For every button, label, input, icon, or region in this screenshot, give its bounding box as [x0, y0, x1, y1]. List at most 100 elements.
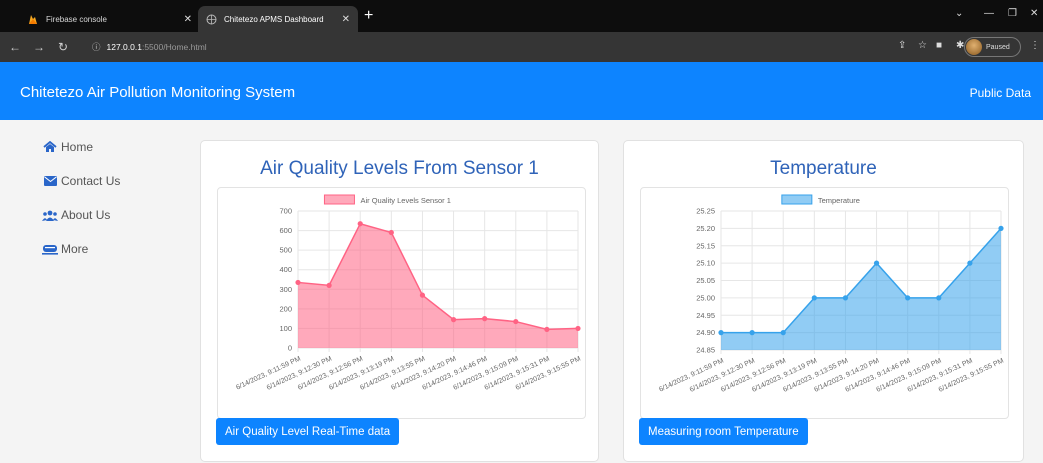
url-field[interactable]: ⓘ 127.0.0.1:5500/Home.html — [92, 38, 1007, 56]
y-tick-label: 300 — [279, 285, 292, 294]
data-point — [718, 330, 724, 336]
sidebar-item-label: About Us — [61, 208, 111, 222]
data-point — [873, 260, 880, 266]
air-quality-chart: Air Quality Levels Sensor 1 700 600 500 400 3… — [217, 187, 586, 419]
y-tick-label: 25.25 — [696, 207, 715, 216]
firebase-icon — [28, 14, 38, 25]
legend: Temperature — [781, 194, 860, 205]
new-tab-icon[interactable]: + — [364, 8, 373, 24]
data-point — [513, 318, 519, 325]
measuring-temperature-button[interactable]: Measuring room Temperature — [639, 418, 808, 445]
forward-icon[interactable]: → — [33, 40, 45, 54]
sidebar-item-contact-us[interactable]: Contact Us — [42, 174, 120, 188]
sidebar-item-label: Home — [61, 140, 94, 154]
y-tick-label: 400 — [279, 265, 292, 274]
y-tick-label: 25.10 — [696, 259, 715, 268]
y-tick-label: 25.00 — [696, 293, 715, 302]
air-quality-chart-svg: Air Quality Levels Sensor 1 700 600 500 400 3… — [235, 194, 582, 392]
card-title: Temperature — [770, 158, 877, 179]
legend-swatch — [323, 194, 355, 205]
share-icon[interactable]: ⇪ — [898, 40, 906, 51]
y-tick-label: 100 — [279, 324, 292, 333]
series-area — [721, 228, 1001, 350]
data-point — [811, 295, 817, 301]
menu-dots-icon[interactable]: ⋮ — [1030, 40, 1040, 51]
data-point — [326, 282, 332, 288]
data-point — [998, 225, 1004, 231]
sidebar: Home Contact Us About Us More — [0, 120, 180, 463]
users-icon — [42, 210, 58, 221]
series-area — [298, 223, 578, 348]
card-title: Air Quality Levels From Sensor 1 — [260, 158, 539, 179]
y-tick-label: 200 — [279, 304, 292, 313]
temperature-card: Temperature Temperature 25.25 25.20 25.15 25… — [623, 140, 1024, 462]
y-tick-label: 0 — [288, 344, 292, 353]
close-tab-icon[interactable]: ✕ — [184, 14, 192, 25]
y-tick-label: 25.20 — [696, 224, 715, 233]
legend-label: Temperature — [818, 196, 860, 205]
data-point — [450, 317, 457, 323]
legend-swatch — [781, 194, 813, 205]
data-point — [905, 295, 911, 301]
sidebar-item-home[interactable]: Home — [42, 140, 93, 154]
public-data-link[interactable]: Public Data — [970, 86, 1031, 100]
browser-tab-strip: Firebase console ✕ Chitetezo APMS Dashbo… — [0, 0, 1043, 32]
url-path: :5500/Home.html — [141, 42, 207, 52]
profile-status: Paused — [986, 43, 1010, 51]
y-tick-label: 24.95 — [696, 311, 715, 320]
sidebar-item-label: Contact Us — [61, 174, 121, 188]
data-point — [419, 292, 426, 298]
air-quality-realtime-button[interactable]: Air Quality Level Real-Time data — [216, 418, 400, 445]
data-point — [936, 295, 942, 301]
tab-firebase-console[interactable]: Firebase console ✕ — [20, 6, 200, 32]
minimize-icon[interactable]: — — [984, 8, 994, 19]
tab-search-icon[interactable]: ⌄ — [955, 8, 963, 19]
y-tick-label: 25.15 — [696, 241, 715, 250]
data-point — [482, 316, 488, 322]
data-point — [842, 295, 849, 301]
home-icon — [42, 141, 58, 153]
air-quality-card: Air Quality Levels From Sensor 1 Air Qua… — [200, 140, 599, 462]
data-point — [357, 221, 363, 227]
globe-icon — [206, 14, 217, 25]
legend-label: Air Quality Levels Sensor 1 — [360, 196, 450, 205]
reload-icon[interactable]: ↻ — [58, 40, 68, 54]
restore-icon[interactable]: ❐ — [1008, 8, 1017, 19]
legend: Air Quality Levels Sensor 1 — [323, 194, 451, 205]
data-point — [575, 325, 581, 332]
sidebar-item-more[interactable]: More — [42, 242, 88, 256]
y-tick-label: 24.85 — [696, 346, 715, 355]
tab-apms-dashboard[interactable]: Chitetezo APMS Dashboard ✕ — [198, 6, 358, 32]
app-header: Chitetezo Air Pollution Monitoring Syste… — [0, 62, 1043, 120]
y-tick-label: 500 — [279, 246, 292, 255]
y-tick-label: 24.90 — [696, 328, 715, 337]
data-point — [780, 330, 786, 336]
profile-button[interactable]: Paused — [964, 37, 1021, 57]
close-tab-icon[interactable]: ✕ — [342, 14, 350, 25]
bookmark-star-icon[interactable]: ☆ — [918, 40, 927, 51]
address-bar-row: ← → ↻ ⓘ 127.0.0.1:5500/Home.html ⇪ ☆ ■ ✱… — [0, 32, 1043, 62]
temperature-chart-svg: Temperature 25.25 25.20 25.15 25.10 25.05 25.0… — [658, 194, 1005, 394]
tab-label: Chitetezo APMS Dashboard — [224, 14, 324, 24]
avatar — [966, 39, 982, 55]
site-title[interactable]: Chitetezo Air Pollution Monitoring Syste… — [20, 84, 295, 101]
tab-label: Firebase console — [46, 14, 107, 24]
extension-icon[interactable]: ■ — [936, 40, 942, 51]
close-window-icon[interactable]: ✕ — [1030, 8, 1038, 19]
sidebar-item-about-us[interactable]: About Us — [42, 208, 110, 222]
more-icon — [42, 244, 58, 255]
sidebar-item-label: More — [61, 242, 89, 256]
url-host: 127.0.0.1 — [106, 42, 142, 52]
back-icon[interactable]: ← — [9, 40, 21, 54]
data-point — [749, 330, 755, 336]
y-tick-label: 600 — [279, 226, 292, 235]
data-point — [967, 260, 973, 266]
data-point — [388, 229, 394, 236]
info-icon: ⓘ — [92, 42, 101, 52]
data-point — [295, 279, 301, 286]
y-tick-label: 700 — [279, 207, 292, 216]
temperature-chart: Temperature 25.25 25.20 25.15 25.10 25.05 25.0… — [640, 187, 1009, 419]
y-tick-label: 25.05 — [696, 276, 715, 285]
envelope-icon — [42, 176, 58, 186]
data-point — [544, 326, 550, 333]
